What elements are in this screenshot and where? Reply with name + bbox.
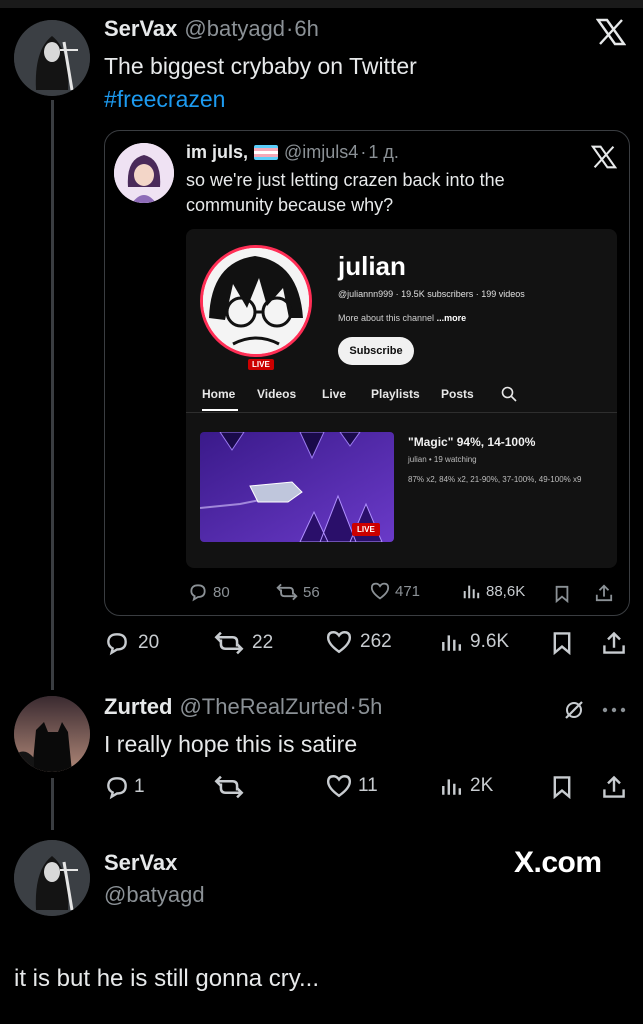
author-name[interactable]: Zurted [104,694,172,720]
quoted-tweet-header: im juls, @imjuls4 · 1 д. [186,142,399,163]
tweet-header: SerVax @batyagd · 6h [104,16,319,42]
tweet-time[interactable]: 6h [294,16,318,42]
heart-icon [326,775,352,798]
avatar[interactable] [14,20,90,96]
tab-home-underline [202,409,238,411]
channel-meta: @juliannn999 · 19.5K subscribers · 199 v… [338,289,525,299]
hashtag-link[interactable]: #freecrazen [104,85,225,114]
x-logo-icon[interactable] [594,16,628,48]
retweet-button[interactable]: 22 [214,630,273,656]
tab-live[interactable]: Live [322,387,346,401]
heart-icon [370,582,390,600]
views-button[interactable]: 88,6K [462,582,525,600]
tweet-text: I really hope this is satire [104,731,358,757]
subscribe-button[interactable]: Subscribe [338,337,414,365]
channel-name: julian [338,251,406,281]
like-button[interactable]: 262 [326,630,392,654]
reply-button[interactable]: 20 [104,630,159,656]
bookmark-icon[interactable] [553,584,571,604]
channel-avatar [200,245,312,357]
tabs-divider [186,412,617,413]
heart-icon [326,631,352,654]
trans-flag-icon [254,145,279,160]
more-options-icon[interactable] [600,700,628,720]
share-icon[interactable] [594,583,614,603]
retweet-button[interactable] [214,774,252,800]
views-icon [463,585,480,599]
share-icon[interactable] [601,630,627,656]
views-icon [442,635,462,651]
video-description: 87% x2, 84% x2, 21-90%, 37-100%, 49-100%… [408,475,582,484]
xcom-brand-logo: X.com [514,846,602,879]
search-icon[interactable] [500,385,518,403]
reply-icon [190,584,206,602]
retweet-icon [214,631,244,655]
author-name[interactable]: SerVax [104,850,177,876]
like-button[interactable]: 11 [326,774,378,798]
grok-icon[interactable] [562,698,586,722]
retweet-button[interactable]: 56 [276,582,320,602]
x-logo-icon[interactable] [590,144,618,170]
reply-icon [107,777,127,800]
tweet-header: Zurted @TheRealZurted · 5h [104,694,382,720]
reply-icon [107,633,127,656]
tweet-text: it is but he is still gonna cry... [14,965,320,992]
avatar[interactable] [14,696,90,772]
views-button[interactable]: 9.6K [440,630,509,654]
views-icon [442,779,462,795]
author-handle[interactable]: @batyagd [184,16,285,42]
channel-about[interactable]: More about this channel ...more [338,313,466,323]
author-handle[interactable]: @batyagd [104,882,205,908]
youtube-screenshot[interactable]: LIVE julian @juliannn999 · 19.5K subscri… [186,229,617,568]
tweet-time[interactable]: 5h [358,694,382,720]
author-handle[interactable]: @TheRealZurted [179,694,348,720]
share-icon[interactable] [601,774,627,800]
separator-dot: · [349,694,357,719]
avatar[interactable] [14,840,90,916]
quoted-tweet-time[interactable]: 1 д. [368,142,399,163]
quoted-author-handle[interactable]: @imjuls4 [284,142,358,163]
tweet-text: The biggest crybaby on Twitter [104,53,417,79]
reply-button[interactable]: 80 [188,582,230,602]
tab-posts[interactable]: Posts [441,387,474,401]
quoted-avatar[interactable] [114,143,174,203]
live-badge: LIVE [248,359,274,370]
separator-dot: · [286,16,294,41]
video-meta: julian • 19 watching [408,455,477,464]
video-title[interactable]: "Magic" 94%, 14-100% [408,435,535,449]
reply-button[interactable]: 1 [104,774,145,800]
separator-dot: · [360,142,367,162]
quoted-tweet-text: so we're just letting crazen back into t… [186,170,505,215]
thread-line [51,100,54,690]
author-name[interactable]: SerVax [104,16,177,42]
bookmark-icon[interactable] [550,630,574,656]
top-bar [0,0,643,8]
retweet-icon [276,583,298,601]
like-button[interactable]: 471 [370,582,420,600]
retweet-icon [214,775,244,799]
quoted-author-name[interactable]: im juls, [186,142,248,163]
tab-playlists[interactable]: Playlists [371,387,420,401]
thread-line [51,778,54,830]
views-button[interactable]: 2K [440,774,493,798]
tab-home[interactable]: Home [202,387,235,401]
thumbnail-live-badge: LIVE [352,523,380,536]
bookmark-icon[interactable] [550,774,574,800]
tab-videos[interactable]: Videos [257,387,296,401]
